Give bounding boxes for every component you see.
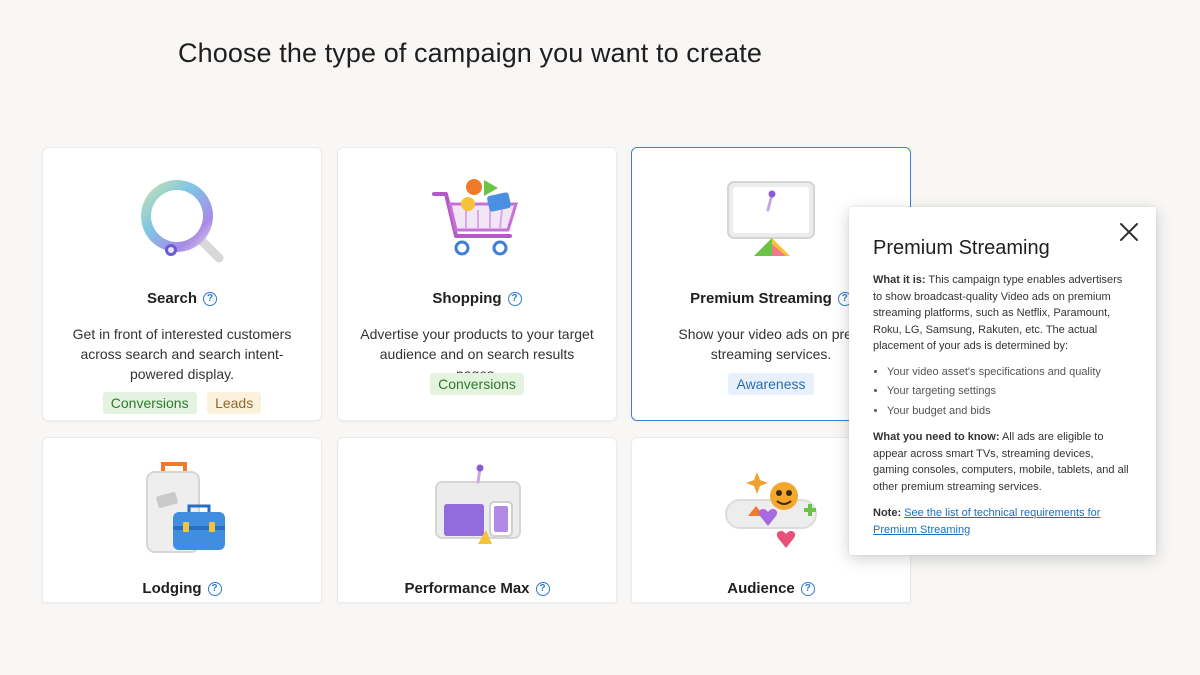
help-icon[interactable]: ? [800, 581, 815, 596]
technical-requirements-link[interactable]: See the list of technical requirements f… [873, 507, 1100, 536]
emoji-icon [725, 472, 817, 548]
help-icon[interactable]: ? [203, 291, 218, 306]
popover-what-it-is: What it is: This campaign type enables a… [873, 274, 1123, 352]
card-tags: Conversions [338, 373, 616, 395]
tag-leads: Leads [207, 392, 262, 414]
card-title-performance-max: Performance Max ? [338, 580, 616, 597]
help-icon[interactable]: ? [207, 581, 222, 596]
monitor-icon [727, 181, 815, 256]
card-title-audience: Audience ? [632, 580, 910, 597]
list-item: Your targeting settings [887, 382, 1132, 402]
popover-what-you-need: What you need to know: All ads are eligi… [873, 431, 1129, 493]
help-icon[interactable]: ? [535, 581, 550, 596]
luggage-icon [146, 462, 225, 553]
page-title: Choose the type of campaign you want to … [178, 38, 762, 68]
card-title-lodging: Lodging ? [43, 580, 321, 597]
campaign-card-shopping[interactable]: Shopping ? Advertise your products to yo… [337, 147, 617, 421]
card-tags: Conversions Leads [43, 392, 321, 414]
devices-icon [435, 464, 521, 544]
popover-note: Note: See the list of technical requirem… [873, 507, 1101, 536]
list-item: Your video asset's specifications and qu… [887, 363, 1132, 383]
tag-awareness: Awareness [728, 373, 814, 395]
popover-title: Premium Streaming [873, 237, 1050, 259]
premium-streaming-popover: Premium Streaming What it is: This campa… [849, 207, 1156, 555]
tag-conversions: Conversions [102, 392, 197, 414]
campaign-card-lodging[interactable]: Lodging ? [42, 437, 322, 603]
magnifier-icon [141, 180, 224, 263]
shopping-cart-icon [432, 179, 519, 256]
card-description: Get in front of interested customers acr… [72, 326, 292, 382]
card-title-shopping: Shopping ? [338, 290, 616, 307]
campaign-card-search[interactable]: Search ? Get in front of interested cust… [42, 147, 322, 421]
close-icon[interactable] [1118, 221, 1140, 243]
list-item: Your budget and bids [887, 402, 1132, 422]
popover-bullet-list: Your video asset's specifications and qu… [873, 363, 1132, 422]
tag-conversions: Conversions [430, 373, 524, 395]
card-title-search: Search ? [43, 290, 321, 307]
help-icon[interactable]: ? [507, 291, 522, 306]
campaign-card-performance-max[interactable]: Performance Max ? [337, 437, 617, 603]
